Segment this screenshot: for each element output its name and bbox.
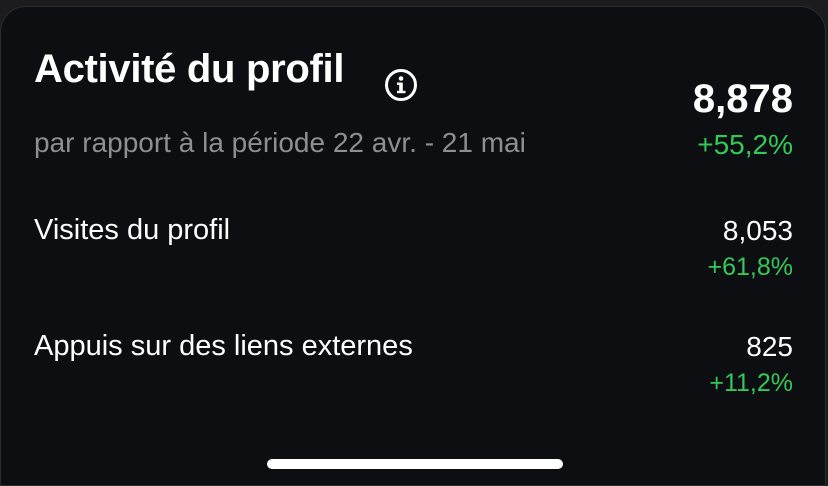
metric-change-profile-visits: +61,8% — [707, 253, 794, 281]
metric-change-external-links: +11,2% — [709, 369, 793, 397]
home-indicator[interactable] — [267, 459, 563, 469]
profile-activity-card: Activité du profil 8,878 par rapport à l… — [0, 6, 826, 486]
card-title: Activité du profil — [34, 47, 345, 91]
metric-label-profile-visits: Visites du profil — [34, 214, 231, 246]
total-activity-change: +55,2% — [697, 129, 793, 160]
info-icon[interactable] — [384, 68, 418, 102]
metric-value-profile-visits: 8,053 — [722, 215, 793, 246]
comparison-period-text: par rapport à la période 22 avr. - 21 ma… — [34, 127, 526, 158]
metric-value-external-links: 825 — [746, 331, 793, 362]
metric-label-external-links: Appuis sur des liens externes — [34, 330, 413, 362]
screen: Activité du profil 8,878 par rapport à l… — [0, 0, 828, 486]
total-activity-value: 8,878 — [692, 77, 793, 121]
